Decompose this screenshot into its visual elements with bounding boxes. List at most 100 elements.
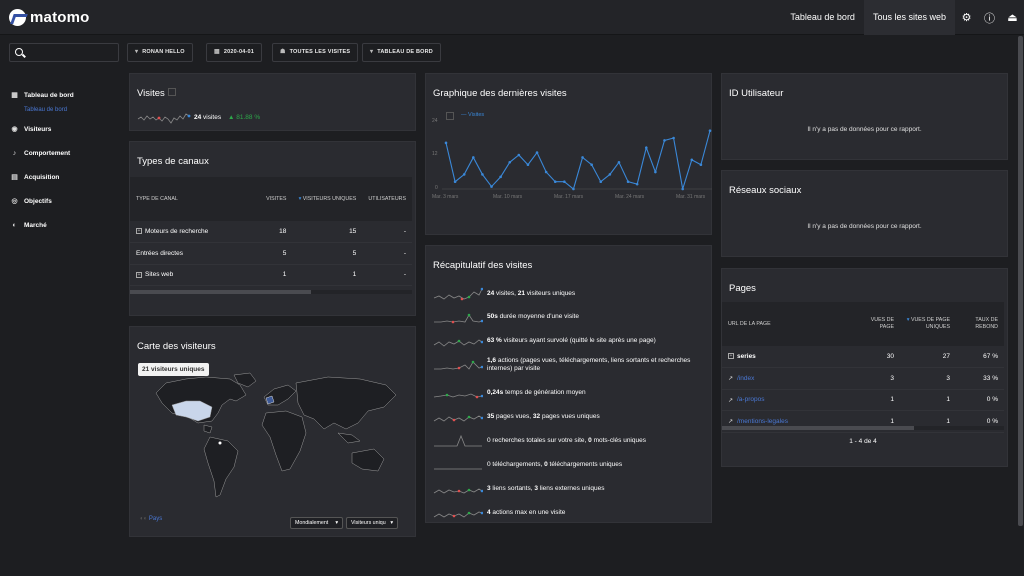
- date-selector[interactable]: ▦ 2020-04-01: [206, 43, 263, 62]
- search-input[interactable]: [9, 43, 119, 62]
- horizontal-scrollbar-thumb[interactable]: [130, 290, 311, 294]
- summary-value: 0,24s: [487, 388, 504, 396]
- table-row[interactable]: ↗/a-propos 1 1 0 %: [722, 389, 1004, 411]
- summary-sparkline[interactable]: [433, 409, 483, 425]
- expand-icon[interactable]: +: [728, 353, 734, 360]
- external-link-icon[interactable]: ↗: [728, 418, 735, 425]
- data-point[interactable]: [490, 185, 493, 188]
- data-point[interactable]: [499, 175, 502, 179]
- data-point[interactable]: [654, 170, 657, 174]
- summary-sparkline[interactable]: [433, 385, 483, 401]
- data-point[interactable]: [572, 187, 575, 191]
- column-header[interactable]: URL DE LA PAGE: [722, 302, 862, 346]
- data-point[interactable]: [462, 173, 466, 176]
- data-point[interactable]: [708, 129, 712, 133]
- data-point[interactable]: [472, 156, 475, 159]
- sparkline-toggle-icon[interactable]: [168, 88, 176, 96]
- data-point[interactable]: [690, 158, 694, 162]
- summary-text: 4 actions max en une visite: [487, 509, 565, 518]
- segment-icon: ☗: [280, 49, 286, 55]
- page-scrollbar[interactable]: [1018, 36, 1023, 526]
- dashboard-selector-label: TABLEAU DE BORD: [377, 49, 433, 55]
- segment-selector[interactable]: ☗ TOUTES LES VISITES: [272, 43, 359, 62]
- data-point[interactable]: [563, 180, 566, 184]
- world-map[interactable]: [138, 371, 410, 511]
- table-row[interactable]: + Moteurs de recherche 18 15 -: [130, 221, 412, 243]
- table-row[interactable]: ↗/index 3 3 33 %: [722, 367, 1004, 390]
- data-point[interactable]: [635, 182, 639, 186]
- data-point[interactable]: [526, 163, 530, 167]
- summary-sparkline[interactable]: [433, 505, 483, 521]
- data-point[interactable]: [644, 146, 648, 150]
- summary-sparkline[interactable]: [433, 457, 483, 473]
- map-point: [218, 441, 222, 445]
- summary-sparkline[interactable]: [433, 309, 483, 325]
- gear-icon[interactable]: ⚙: [955, 11, 978, 24]
- info-icon[interactable]: ⓘ: [978, 10, 1001, 26]
- logout-icon[interactable]: ⏏: [1001, 11, 1024, 24]
- row-label[interactable]: /index: [737, 375, 754, 382]
- sidebar-item-market[interactable]: ◐ Marché: [0, 213, 120, 237]
- social-networks-widget: Réseaux sociaux Il n'y a pas de données …: [721, 170, 1008, 257]
- summary-sparkline[interactable]: [433, 286, 483, 302]
- expand-icon[interactable]: +: [136, 271, 142, 278]
- table-row[interactable]: Entrées directes 5 5 -: [130, 242, 412, 265]
- data-point[interactable]: [599, 180, 603, 184]
- nav-all-sites-link[interactable]: Tous les sites web: [863, 0, 955, 35]
- data-point[interactable]: [535, 151, 539, 154]
- region-select[interactable]: Mondialement ▾: [290, 517, 343, 529]
- column-header[interactable]: ▾ VISITEURS UNIQUES: [292, 177, 362, 221]
- horizontal-scrollbar-thumb[interactable]: [722, 426, 914, 430]
- data-point[interactable]: [517, 153, 521, 157]
- sidebar-item-acquisition[interactable]: ▤ Acquisition: [0, 165, 120, 189]
- nav-dashboard-link[interactable]: Tableau de bord: [781, 0, 864, 35]
- column-header[interactable]: VUES DE PAGE: [862, 302, 900, 346]
- map-legend[interactable]: ◐◐ Pays: [140, 516, 162, 522]
- data-point[interactable]: [508, 160, 512, 164]
- data-point[interactable]: [444, 141, 448, 145]
- data-point[interactable]: [699, 163, 703, 167]
- data-point[interactable]: [553, 180, 557, 184]
- summary-sparkline[interactable]: [433, 357, 483, 373]
- column-header-label: VUES DE PAGE UNIQUES: [910, 317, 950, 330]
- sidebar-item-visitors[interactable]: ◉ Visiteurs: [0, 117, 120, 141]
- external-link-icon[interactable]: ↗: [728, 397, 735, 404]
- summary-sparkline[interactable]: [433, 481, 483, 497]
- dashboard-selector[interactable]: ▾ TABLEAU DE BORD: [362, 43, 441, 62]
- column-header[interactable]: ▾ VUES DE PAGE UNIQUES: [900, 302, 956, 346]
- data-point[interactable]: [581, 156, 584, 159]
- data-point[interactable]: [590, 163, 593, 167]
- visits-line-chart[interactable]: [442, 119, 712, 194]
- data-point[interactable]: [663, 139, 666, 142]
- data-point[interactable]: [626, 180, 630, 184]
- matomo-logo[interactable]: matomo: [9, 9, 90, 26]
- summary-sparkline[interactable]: [433, 333, 483, 349]
- sidebar-item-goals[interactable]: ◎ Objectifs: [0, 189, 120, 213]
- column-header[interactable]: TAUX DE REBOND: [956, 302, 1004, 346]
- user-selector[interactable]: ▾ RONAN HELLO: [127, 43, 193, 62]
- table-row[interactable]: + series 30 27 67 %: [722, 346, 1004, 368]
- data-point[interactable]: [544, 170, 548, 174]
- data-point[interactable]: [453, 180, 457, 184]
- summary-sparkline[interactable]: [433, 433, 483, 449]
- sidebar-item-behaviour[interactable]: ♪ Comportement: [0, 141, 120, 165]
- column-header[interactable]: UTILISATEURS: [362, 177, 412, 221]
- sparkline-dot: [467, 295, 471, 299]
- row-label[interactable]: /a-propos: [737, 396, 764, 403]
- sidebar-item-label: Tableau de bord: [24, 91, 74, 99]
- sidebar-item-label: Objectifs: [24, 197, 52, 205]
- metric-select[interactable]: Visiteurs uniqu ▾: [346, 517, 398, 529]
- external-link-icon[interactable]: ↗: [728, 375, 735, 382]
- expand-icon[interactable]: +: [136, 228, 142, 235]
- graph-legend[interactable]: — Visites: [461, 112, 484, 118]
- data-point[interactable]: [481, 173, 484, 176]
- column-header[interactable]: VISITES: [260, 177, 292, 221]
- table-row[interactable]: + Sites web 1 1 -: [130, 264, 412, 286]
- data-point[interactable]: [672, 136, 675, 140]
- data-point[interactable]: [681, 187, 684, 191]
- data-point[interactable]: [617, 160, 621, 164]
- row-label[interactable]: /mentions-legales: [737, 418, 788, 425]
- data-point[interactable]: [608, 173, 612, 176]
- sparkline-dot: [480, 287, 483, 291]
- column-header[interactable]: TYPE DE CANAL: [130, 177, 260, 221]
